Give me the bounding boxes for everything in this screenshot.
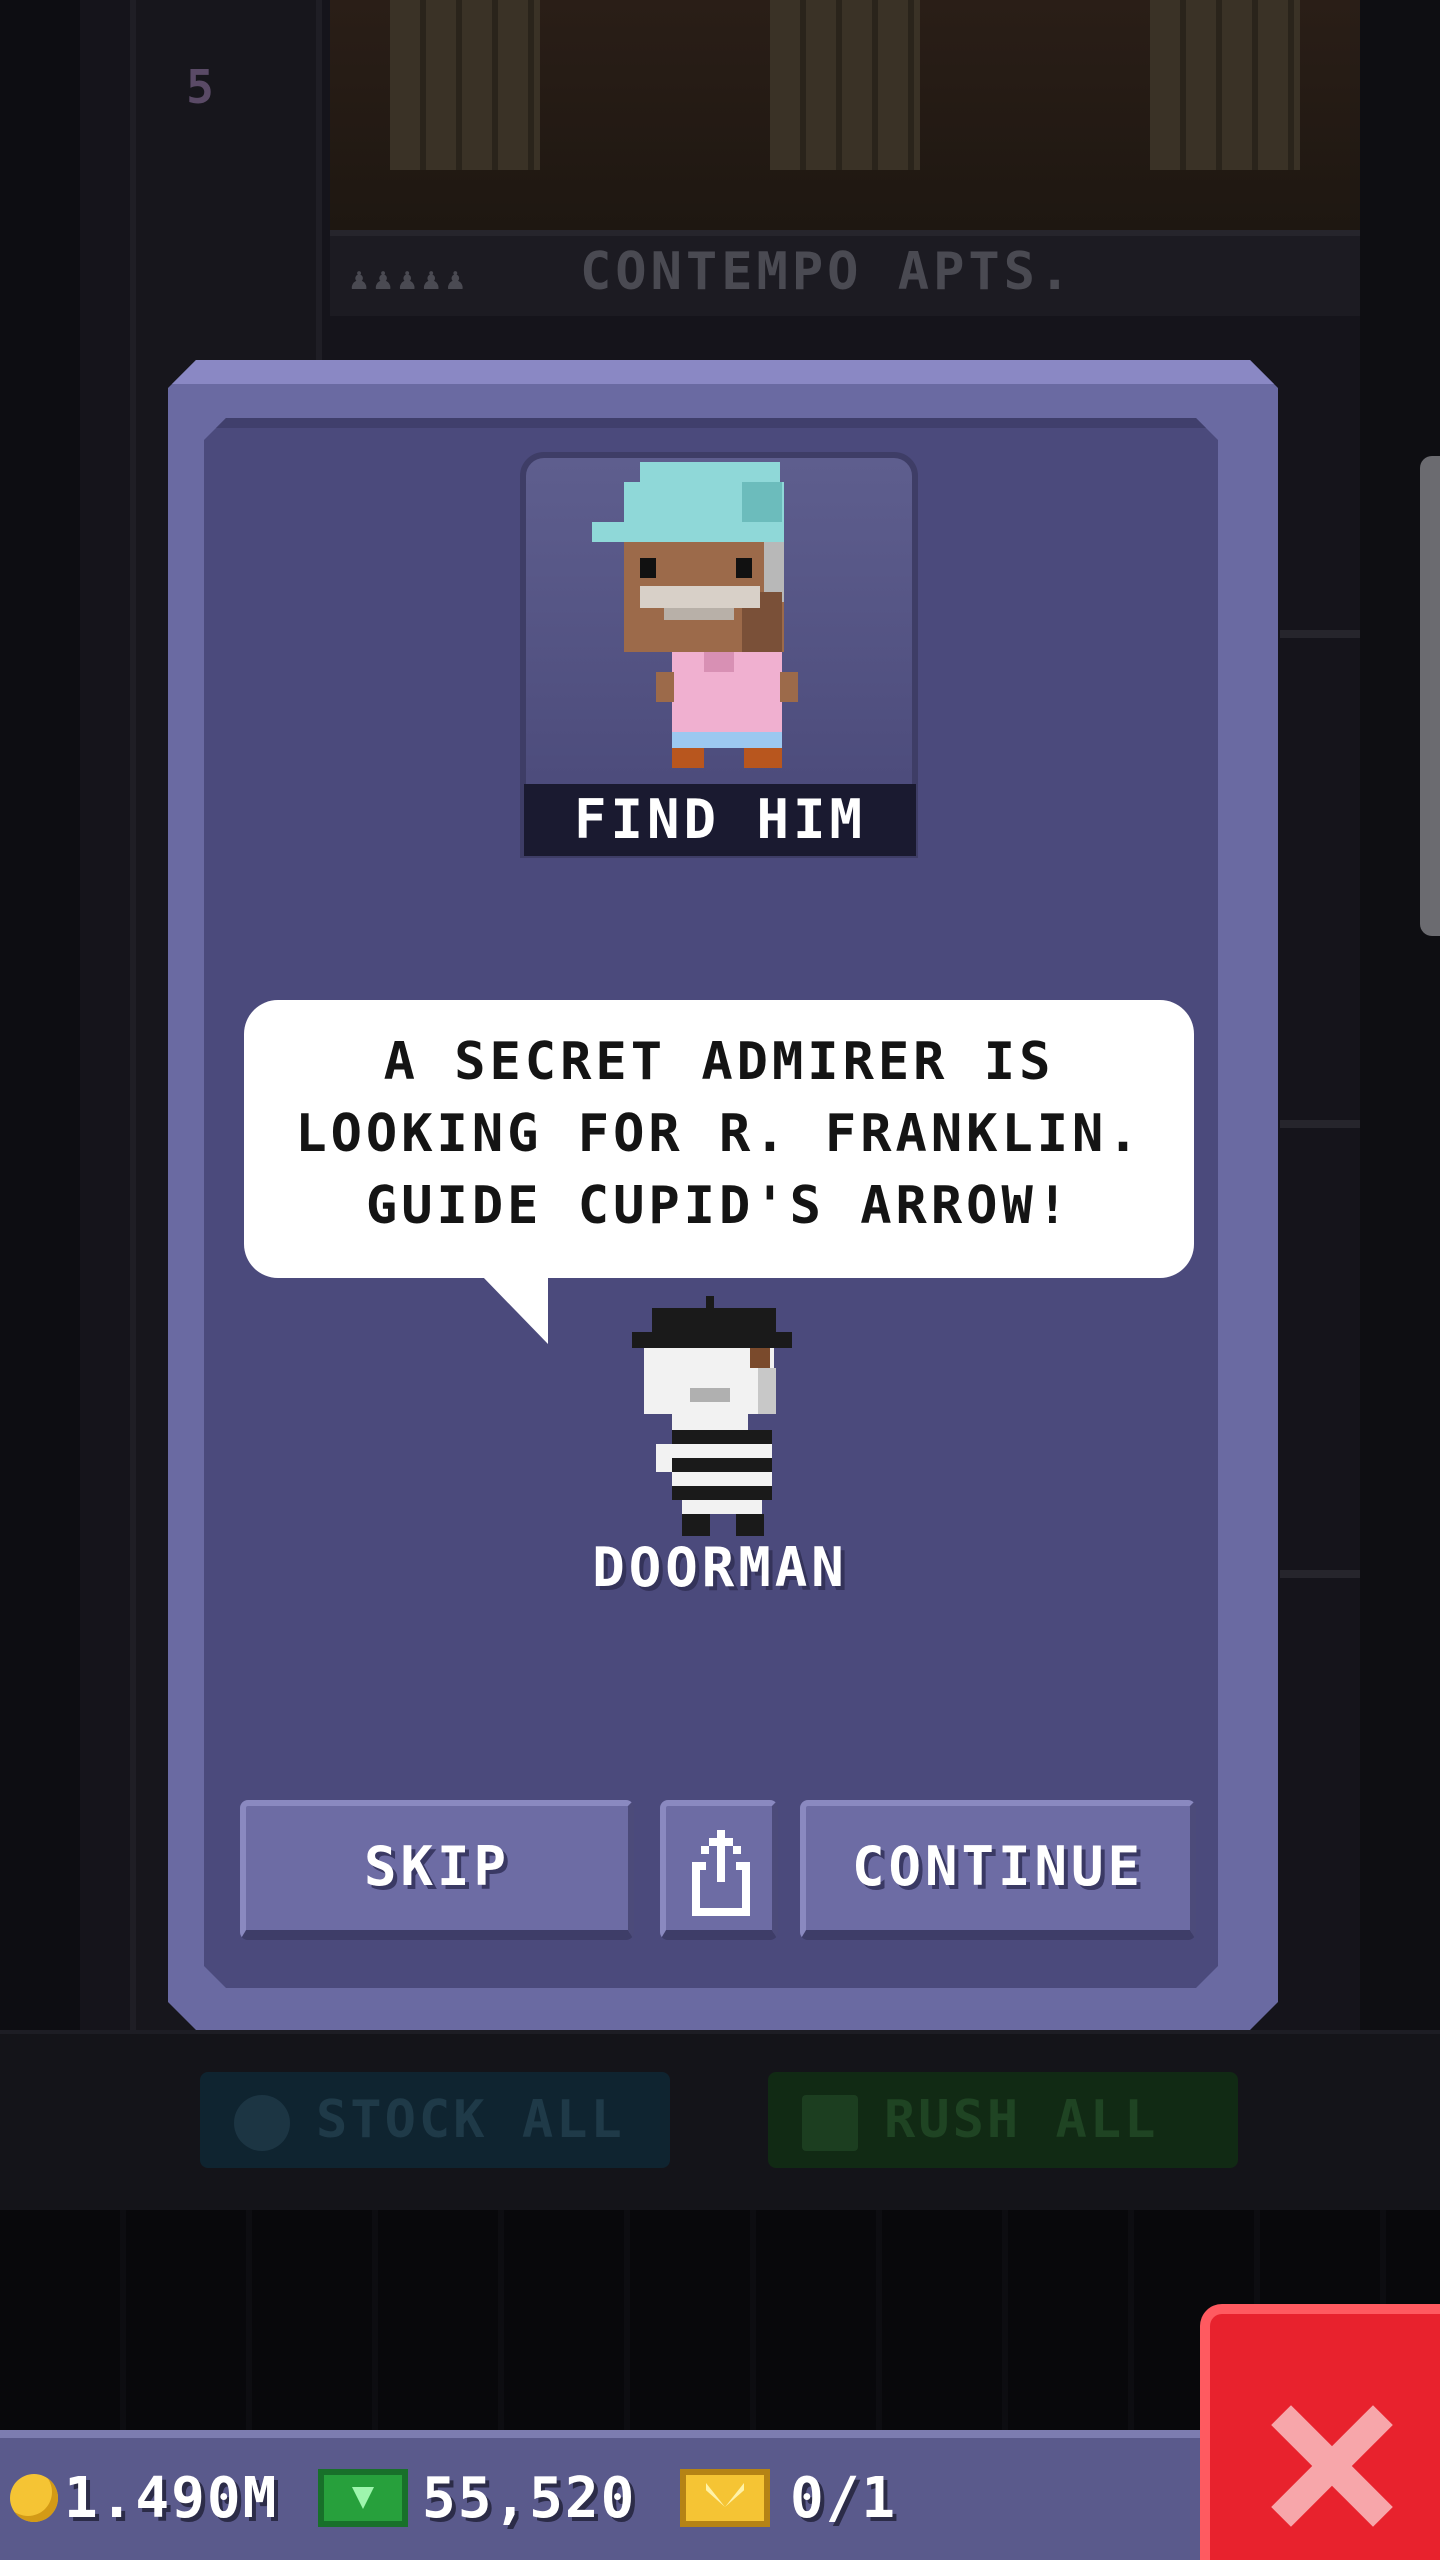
close-icon bbox=[1266, 2402, 1394, 2530]
target-resident-sprite bbox=[592, 462, 798, 768]
find-him-button[interactable]: FIND HIM bbox=[524, 784, 916, 856]
rush-all-button[interactable]: RUSH ALL bbox=[768, 2072, 1238, 2168]
skip-button[interactable]: SKIP bbox=[240, 1800, 634, 1940]
message-line: A SECRET ADMIRER IS bbox=[383, 1032, 1055, 1092]
rush-all-label: RUSH ALL bbox=[884, 2090, 1159, 2150]
ticket-icon bbox=[680, 2469, 770, 2527]
stock-all-label: STOCK ALL bbox=[316, 2090, 625, 2150]
share-button[interactable] bbox=[660, 1800, 778, 1940]
cash-icon bbox=[802, 2095, 858, 2151]
apartment-window bbox=[390, 0, 540, 170]
tower-edge bbox=[1360, 0, 1440, 2030]
share-icon bbox=[692, 1830, 750, 1916]
clock-icon bbox=[234, 2095, 290, 2151]
doorman-sprite bbox=[632, 1296, 792, 1536]
message-line: LOOKING FOR R. FRANKLIN. bbox=[295, 1104, 1143, 1164]
apartment-window bbox=[770, 0, 920, 170]
coins-counter[interactable]: 1.490M bbox=[10, 2460, 278, 2536]
coin-icon bbox=[10, 2474, 58, 2522]
coins-value: 1.490M bbox=[64, 2465, 279, 2531]
stock-all-button[interactable]: STOCK ALL bbox=[200, 2072, 670, 2168]
apartment-window bbox=[1150, 0, 1300, 170]
tower-shelf bbox=[1280, 1120, 1360, 1128]
speaker-name: DOORMAN bbox=[592, 1536, 848, 1599]
tower-shelf bbox=[1280, 1570, 1360, 1578]
floor-name: CONTEMPO APTS. bbox=[580, 242, 1075, 302]
cash-icon bbox=[318, 2469, 408, 2527]
bux-value: 55,520 bbox=[422, 2465, 637, 2531]
side-scroll-handle[interactable] bbox=[1420, 456, 1440, 936]
bux-counter[interactable]: 55,520 bbox=[318, 2460, 636, 2536]
apartment-floor bbox=[330, 0, 1360, 230]
game-screen: 5 ♟♟♟♟♟ CONTEMPO APTS. STOCK ALL RUSH AL… bbox=[0, 0, 1440, 2560]
close-button[interactable] bbox=[1200, 2304, 1440, 2560]
floor-residents-indicator: ♟♟♟♟♟ bbox=[350, 262, 471, 297]
elevator-floor-number: 5 bbox=[186, 60, 214, 114]
mission-message: A SECRET ADMIRER IS LOOKING FOR R. FRANK… bbox=[260, 1026, 1178, 1242]
continue-button[interactable]: CONTINUE bbox=[800, 1800, 1196, 1940]
message-line: GUIDE CUPID'S ARROW! bbox=[365, 1176, 1073, 1236]
tickets-value: 0/1 bbox=[790, 2465, 898, 2531]
tower-shelf bbox=[1280, 630, 1360, 638]
tickets-counter[interactable]: 0/1 bbox=[680, 2460, 897, 2536]
